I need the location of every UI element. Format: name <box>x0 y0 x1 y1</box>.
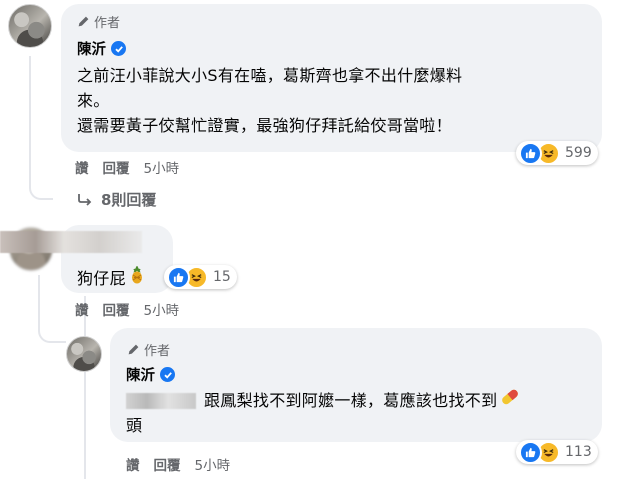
reactions-summary[interactable]: 113 <box>516 440 598 464</box>
comment-actions: 讚 回覆 5小時 <box>75 157 179 177</box>
view-replies-label[interactable]: 8則回覆 <box>101 189 156 210</box>
reaction-count: 113 <box>565 444 592 460</box>
like-button[interactable]: 讚 <box>75 157 89 177</box>
reaction-count: 15 <box>213 269 231 285</box>
pineapple-icon <box>128 265 146 291</box>
comment-text-line: 還需要黃子佼幫忙證實，最強狗仔拜託給佼哥當啦！ <box>77 116 452 135</box>
reply-text-part2: 頭 <box>126 416 143 435</box>
reply-author-name[interactable]: 陳沂 <box>126 364 175 385</box>
reply-arrow-icon <box>78 193 92 206</box>
pencil-icon <box>128 344 139 355</box>
pill-icon <box>499 388 521 413</box>
author-avatar[interactable] <box>8 4 52 48</box>
author-badge-label: 作者 <box>144 344 171 359</box>
comment-text: 之前汪小菲說大小S有在嗑，葛斯齊也拿不出什麼爆料 來。 還需要黃子佼幫忙證實，最… <box>77 63 462 138</box>
reply-button[interactable]: 回覆 <box>103 157 130 177</box>
like-button[interactable]: 讚 <box>75 299 89 319</box>
thread-line-main <box>29 56 31 160</box>
author-badge: 作者 <box>77 12 120 31</box>
thread-curve-replies <box>29 160 53 200</box>
reply-text-part1: 跟鳳梨找不到阿嬤一樣，葛應該也找不到 <box>204 391 498 410</box>
author-badge: 作者 <box>127 340 170 359</box>
timestamp[interactable]: 5小時 <box>195 454 231 474</box>
pencil-icon <box>78 16 89 27</box>
thread-curve-reply <box>38 275 66 343</box>
comment-text: 狗仔屁 <box>77 265 146 291</box>
redacted-mention <box>126 392 196 409</box>
reaction-count: 599 <box>565 145 592 161</box>
comment-text-content: 狗仔屁 <box>77 269 126 288</box>
comment-text-line: 來。 <box>77 91 110 110</box>
comment-actions: 讚 回覆 5小時 <box>75 299 179 319</box>
comment-author-name[interactable]: 陳沂 <box>77 38 126 59</box>
like-icon <box>519 440 542 464</box>
like-button[interactable]: 讚 <box>126 454 140 474</box>
reply-actions: 讚 回覆 5小時 <box>126 454 230 474</box>
reply-text: 跟鳳梨找不到阿嬤一樣，葛應該也找不到 頭 <box>126 388 521 438</box>
timestamp[interactable]: 5小時 <box>144 157 180 177</box>
verified-badge-icon <box>160 367 175 382</box>
view-replies-link[interactable]: 8則回覆 <box>77 189 156 210</box>
redacted-name <box>0 231 142 253</box>
comment-text-line: 之前汪小菲說大小S有在嗑，葛斯齊也拿不出什麼爆料 <box>77 66 463 85</box>
verified-badge-icon <box>111 41 126 56</box>
reply-button[interactable]: 回覆 <box>154 454 181 474</box>
like-icon <box>167 265 190 289</box>
thread-line-reply <box>84 296 86 479</box>
reactions-summary[interactable]: 15 <box>164 265 237 289</box>
timestamp[interactable]: 5小時 <box>144 299 180 319</box>
reactions-summary[interactable]: 599 <box>516 141 598 165</box>
like-icon <box>519 141 542 165</box>
reply-button[interactable]: 回覆 <box>103 299 130 319</box>
author-avatar[interactable] <box>66 336 102 372</box>
author-badge-label: 作者 <box>94 16 121 31</box>
